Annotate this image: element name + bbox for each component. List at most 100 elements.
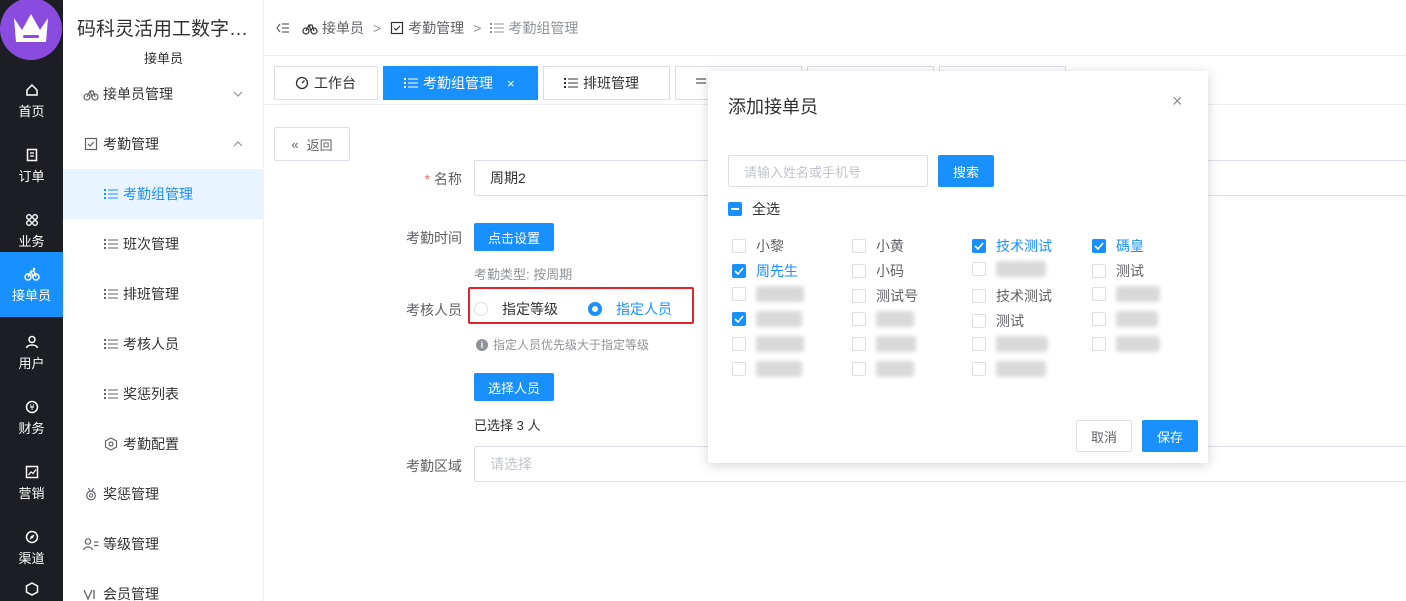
app-logo[interactable] — [0, 0, 63, 62]
rider-checkbox[interactable]: 小码 — [852, 261, 904, 281]
rider-checkbox[interactable] — [972, 361, 1046, 377]
checkbox-box — [972, 239, 986, 253]
rider-checkbox[interactable] — [852, 336, 916, 352]
assess-label: 考核人员 — [406, 302, 462, 318]
redacted-name — [876, 336, 916, 352]
checkbox-box — [852, 264, 866, 278]
submenu-label: 奖惩管理 — [103, 486, 159, 502]
tab-close-icon[interactable]: × — [507, 76, 515, 91]
rider-checkbox[interactable]: 测试号 — [852, 286, 918, 306]
rider-checkbox[interactable]: 测试 — [1092, 261, 1144, 281]
rider-checkbox[interactable] — [852, 311, 914, 327]
left-rail: 首页 订单 业务 接单员 用户 ¥ 财务 营销 渠道 — [0, 0, 63, 601]
breadcrumb-label: 接单员 — [322, 19, 364, 36]
rail-item-order[interactable]: 订单 — [0, 133, 63, 198]
submenu-attendance-group[interactable]: 考勤组管理 — [63, 169, 264, 219]
rider-checkbox[interactable]: 技术测试 — [972, 236, 1052, 256]
tab-label: 工作台 — [314, 75, 356, 91]
breadcrumb-rider[interactable]: 接单员 — [302, 18, 364, 38]
rider-checkbox[interactable] — [1092, 286, 1160, 302]
save-button[interactable]: 保存 — [1142, 420, 1198, 452]
breadcrumb-label: 考勤组管理 — [508, 19, 579, 36]
search-button[interactable]: 搜索 — [938, 155, 994, 187]
area-label: 考勤区域 — [406, 458, 462, 474]
rider-name: 小码 — [876, 263, 904, 279]
rider-checkbox[interactable]: 技术测试 — [972, 286, 1052, 306]
submenu-member-management[interactable]: 会员管理 — [63, 569, 264, 601]
rider-checkbox[interactable] — [972, 261, 1046, 277]
checkbox-box — [1092, 264, 1106, 278]
rider-checkbox[interactable]: 测试 — [972, 311, 1024, 331]
submenu-level-management[interactable]: 等级管理 — [63, 519, 264, 569]
rail-item-marketing[interactable]: 营销 — [0, 450, 63, 515]
rail-item-home[interactable]: 首页 — [0, 68, 63, 133]
submenu-rider-management[interactable]: 接单员管理 — [63, 69, 264, 119]
rider-checkbox[interactable]: 碼皇 — [1092, 236, 1144, 256]
apps-icon — [23, 211, 41, 229]
back-button[interactable]: « 返回 — [274, 127, 350, 161]
rail-label: 用户 — [18, 356, 45, 371]
checkbox-box — [732, 362, 746, 376]
submenu-reward-management[interactable]: 奖惩管理 — [63, 469, 264, 519]
cancel-button[interactable]: 取消 — [1076, 420, 1132, 452]
redacted-name — [756, 361, 802, 377]
search-input[interactable]: 请输入姓名或手机号 — [728, 155, 928, 187]
redacted-name — [996, 336, 1048, 352]
radio-specify-level[interactable]: 指定等级 — [474, 299, 558, 319]
submenu-label: 班次管理 — [123, 236, 179, 252]
rider-checkbox[interactable] — [1092, 336, 1160, 352]
checkbox-box — [972, 362, 986, 376]
rail-item-rider[interactable]: 接单员 — [0, 252, 63, 317]
checkbox-box — [972, 314, 986, 328]
tab-attendance-group[interactable]: 考勤组管理 × — [383, 66, 538, 100]
checkbox-box — [732, 312, 746, 326]
rider-checkbox[interactable] — [732, 311, 802, 327]
rider-checkbox[interactable]: 周先生 — [732, 261, 798, 281]
submenu-shift[interactable]: 班次管理 — [63, 219, 264, 269]
submenu-reward-list[interactable]: 奖惩列表 — [63, 369, 264, 419]
submenu-attendance-config[interactable]: 考勤配置 — [63, 419, 264, 469]
rider-checkbox[interactable] — [972, 336, 1048, 352]
collapse-menu-icon[interactable] — [276, 22, 290, 34]
rider-name: 小黄 — [876, 238, 904, 254]
radio-specify-person[interactable]: 指定人员 — [588, 299, 672, 319]
submenu-label: 考勤组管理 — [123, 186, 193, 202]
section-title: 接单员 — [143, 51, 183, 66]
chevron-up-icon — [232, 137, 244, 153]
breadcrumb-attendance[interactable]: 考勤管理 — [390, 18, 464, 38]
rider-checkbox[interactable]: 小黄 — [852, 236, 904, 256]
redacted-name — [1116, 311, 1158, 327]
checkbox-box — [972, 337, 986, 351]
rail-item-channel[interactable]: 渠道 — [0, 515, 63, 580]
submenu-assessment[interactable]: 考核人员 — [63, 319, 264, 369]
redacted-name — [996, 361, 1046, 377]
hexagon-icon — [103, 436, 119, 452]
rider-checkbox[interactable] — [852, 361, 914, 377]
rider-checkbox[interactable]: 小黎 — [732, 236, 784, 256]
submenu-attendance-management[interactable]: 考勤管理 — [63, 119, 264, 169]
rider-checkbox[interactable] — [732, 286, 804, 302]
checkbox-box — [732, 287, 746, 301]
radio-circle — [588, 302, 602, 316]
rider-name: 碼皇 — [1116, 238, 1144, 254]
rider-checkbox[interactable] — [732, 336, 804, 352]
checkbox-box — [852, 289, 866, 303]
double-chevron-left-icon: « — [291, 136, 299, 152]
tab-workbench[interactable]: 工作台 — [274, 66, 378, 100]
select-all-checkbox[interactable]: 全选 — [728, 199, 780, 219]
rail-label: 财务 — [18, 421, 45, 436]
rail-item-finance[interactable]: ¥ 财务 — [0, 385, 63, 450]
bicycle-icon — [83, 86, 99, 102]
rider-name: 测试 — [1116, 263, 1144, 279]
rider-checkbox[interactable] — [1092, 311, 1158, 327]
submenu-schedule[interactable]: 排班管理 — [63, 269, 264, 319]
rail-item-user[interactable]: 用户 — [0, 320, 63, 385]
tab-schedule[interactable]: 排班管理 — [543, 66, 670, 100]
close-icon[interactable]: × — [1172, 91, 1183, 112]
set-time-button[interactable]: 点击设置 — [474, 223, 554, 251]
chevron-down-icon — [232, 87, 244, 103]
rail-item-more[interactable] — [0, 580, 63, 601]
rider-checkbox[interactable] — [732, 361, 802, 377]
select-person-button[interactable]: 选择人员 — [474, 373, 554, 401]
medal-icon — [83, 486, 99, 502]
